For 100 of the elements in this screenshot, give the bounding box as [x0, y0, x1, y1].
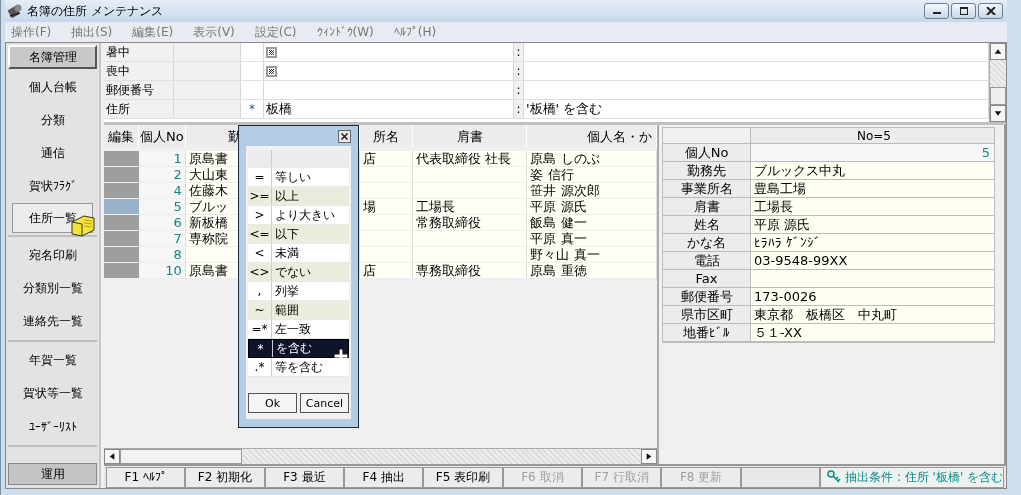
function-key-button[interactable]: F5 表印刷 [423, 466, 503, 488]
field-value[interactable]: 東京都 板橋区 中丸町 [751, 306, 994, 323]
operator-option[interactable]: <= 以下 [248, 225, 349, 244]
menu-item[interactable]: 設定(C) [254, 23, 297, 41]
sidebar-item[interactable]: 個人台帳 [8, 71, 97, 104]
colon-text: : [516, 45, 521, 59]
field-value[interactable]: 平原 源氏 [751, 216, 994, 233]
dialog-button[interactable]: Cancel [300, 393, 349, 413]
table-cell: 1 [138, 151, 186, 167]
field-value[interactable]: 173-0026 [751, 288, 994, 305]
criteria-value[interactable]: 板橋 [266, 100, 292, 118]
sidebar-item[interactable]: 連絡先一覧 [8, 305, 97, 338]
condition-text: '板橋' を含む [526, 100, 603, 118]
sidebar-item[interactable]: 賀状ﾌﾗｸﾞ [8, 170, 97, 203]
field-label: Fax [663, 270, 751, 287]
maximize-icon [958, 7, 969, 15]
operator-option[interactable]: , 列挙 [248, 282, 349, 301]
table-cell: 7 [138, 231, 186, 247]
minimize-button[interactable] [924, 3, 949, 19]
menu-item[interactable]: 操作(F) [11, 23, 52, 41]
field-label: 郵便番号 [663, 288, 751, 305]
row-selector[interactable] [104, 247, 139, 263]
key-icon [827, 470, 842, 484]
row-selector[interactable] [104, 231, 139, 247]
sidebar-item[interactable]: 分類別一覧 [8, 272, 97, 305]
table-cell: 平原 真一 [527, 231, 657, 247]
menu-item[interactable]: 表示(V) [193, 23, 235, 41]
column-header[interactable]: 所名 [360, 125, 413, 148]
operator-label: 範囲 [274, 301, 300, 319]
function-key-button[interactable]: F1 ﾍﾙﾌﾟ [106, 466, 186, 488]
operator-label: 列挙 [274, 282, 300, 300]
row-selector[interactable] [104, 151, 139, 167]
table-cell: 工場長 [412, 199, 528, 215]
operator-option[interactable]: < 未満 [248, 244, 349, 263]
vertical-scrollbar[interactable] [989, 43, 1006, 122]
field-label: 郵便番号 [104, 81, 174, 99]
operator-symbol[interactable]: * [249, 102, 255, 116]
operator-option[interactable]: = 等しい [248, 168, 349, 187]
field-label: 喪中 [104, 62, 174, 80]
operator-label: 左一致 [274, 320, 312, 338]
menu-item[interactable]: ｳｨﾝﾄﾞｳ(W) [316, 25, 374, 39]
function-key-button[interactable]: F2 初期化 [185, 466, 265, 488]
field-label: 肩書 [663, 198, 751, 215]
column-header[interactable]: 個人No [138, 125, 186, 148]
colon-text: : [516, 83, 521, 97]
field-value[interactable]: 03-9548-99XX [751, 252, 994, 269]
scroll-thumb[interactable] [990, 87, 1006, 105]
scroll-thumb[interactable] [120, 449, 242, 464]
field-label: 姓名 [663, 216, 751, 233]
sidebar-item[interactable]: 通信 [8, 137, 97, 170]
row-selector[interactable] [104, 215, 139, 231]
table-cell: 代表取締役 社長 [412, 151, 528, 167]
close-button[interactable] [338, 129, 351, 143]
dialog-button[interactable]: Ok [248, 393, 297, 413]
flag-checkbox[interactable] [266, 65, 277, 77]
operation-button[interactable]: 運用 [8, 463, 97, 485]
operator-option[interactable]: ~ 範囲 [248, 301, 349, 320]
table-cell: 店 [360, 151, 413, 167]
table-cell: 常務取締役 [412, 215, 528, 231]
field-value[interactable]: 工場長 [751, 198, 994, 215]
horizontal-scrollbar[interactable] [104, 448, 657, 464]
column-header[interactable]: 編集 [104, 125, 139, 148]
menu-item[interactable]: 抽出(S) [71, 23, 113, 41]
field-value[interactable]: 豊島工場 [751, 180, 994, 197]
operator-option[interactable]: .* 等を含む [248, 358, 349, 377]
field-value[interactable]: 5 [751, 144, 994, 161]
row-selector[interactable] [104, 183, 139, 199]
field-value[interactable]: ５１-XX [751, 324, 994, 341]
menu-item[interactable]: 編集(E) [132, 23, 174, 41]
row-selector[interactable] [104, 199, 139, 215]
colon-text: : [516, 64, 521, 78]
sidebar-item[interactable]: 賀状等一覧 [8, 377, 97, 410]
close-button[interactable] [978, 3, 1003, 19]
sidebar-item[interactable]: 年賀一覧 [8, 344, 97, 377]
maximize-button[interactable] [951, 3, 976, 19]
operator-option[interactable]: =* 左一致 [248, 320, 349, 339]
sidebar-item[interactable]: 分類 [8, 104, 97, 137]
sidebar-item[interactable]: ﾕｰｻﾞｰﾘｽﾄ [8, 410, 97, 443]
column-header[interactable]: 肩書 [412, 125, 528, 148]
field-value[interactable]: ブルックス中丸 [751, 162, 994, 179]
flag-checkbox[interactable] [266, 46, 277, 58]
operator-option[interactable]: > より大きい [248, 206, 349, 225]
row-selector[interactable] [104, 167, 139, 183]
operator-option[interactable]: >= 以上 [248, 187, 349, 206]
menu-item[interactable]: ﾍﾙﾌﾟ(H) [393, 25, 437, 39]
field-label: 個人No [663, 144, 751, 161]
sidebar-item[interactable]: 宛名印刷 [8, 239, 97, 272]
field-value[interactable]: ﾋﾗﾊﾗ ｹﾞﾝｼﾞ [751, 234, 994, 251]
operator-label: 未満 [274, 244, 300, 262]
row-selector[interactable] [104, 263, 139, 279]
function-key-button[interactable]: F3 最近 [264, 466, 345, 488]
operator-label: 等を含む [274, 358, 324, 376]
section-button[interactable]: 名簿管理 [8, 45, 97, 69]
function-key-button[interactable]: F4 抽出 [344, 466, 424, 488]
operator-option[interactable]: <> でない [248, 263, 349, 282]
column-header[interactable]: 個人名・か [527, 125, 657, 148]
close-icon [340, 131, 349, 141]
operator-option[interactable]: * を含む [248, 339, 349, 358]
table-cell: 原島 重徳 [527, 263, 657, 279]
operator-label: を含む [275, 340, 313, 357]
